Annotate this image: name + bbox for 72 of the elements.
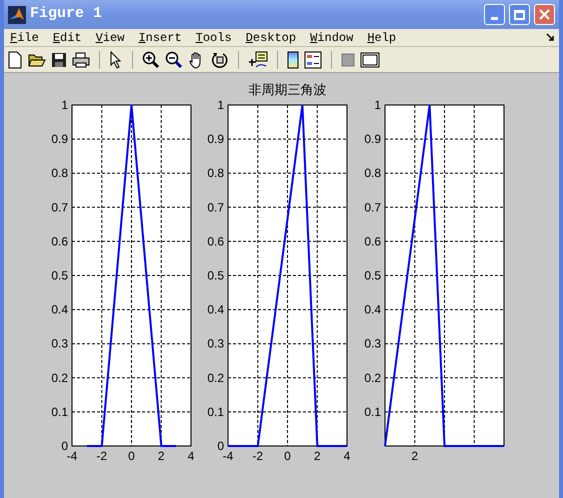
tick-label: 0.9 [364, 132, 381, 146]
colorbar-icon[interactable] [287, 50, 299, 68]
data-cursor-icon[interactable] [248, 50, 268, 68]
tick-label: 0.4 [364, 302, 381, 317]
tick-label: 4 [188, 449, 194, 463]
tick-label: 2 [314, 449, 321, 463]
tick-label: 0.5 [207, 268, 224, 282]
tick-label: 0.1 [207, 404, 224, 419]
menu-item[interactable]: Tools [196, 28, 232, 46]
tick-label: 2 [158, 449, 165, 463]
menu-item[interactable]: File [10, 28, 39, 46]
menu-item[interactable]: Edit [52, 28, 82, 46]
save-icon[interactable] [51, 52, 67, 68]
close-icon [539, 9, 550, 20]
tick-label: -4 [66, 449, 78, 463]
tick-label: 0.5 [364, 268, 381, 282]
tick-label: 0.4 [51, 302, 68, 317]
maximize-button[interactable] [509, 4, 530, 25]
tick-label: 0.6 [207, 234, 224, 248]
tick-label: 0.1 [51, 404, 68, 419]
tick-label: 0.3 [51, 336, 68, 351]
menu-item[interactable]: Window [310, 28, 354, 46]
menu-item[interactable]: View [96, 28, 124, 46]
tick-label: 0.2 [364, 370, 381, 385]
tick-label: 0.4 [207, 302, 224, 317]
tick-label: -2 [96, 449, 108, 463]
tick-label: 0.5 [51, 268, 68, 282]
window-icon[interactable] [360, 52, 380, 68]
legend-icon[interactable] [304, 50, 322, 68]
zoom-out-icon[interactable] [165, 50, 183, 68]
tick-label: 0.6 [364, 234, 381, 248]
print-icon[interactable] [72, 52, 90, 68]
tick-label: 0.1 [364, 404, 381, 419]
tick-label: -2 [252, 449, 264, 463]
rotate-icon[interactable] [211, 50, 229, 68]
tick-label: 0.7 [364, 200, 381, 214]
dock-arrow-icon[interactable] [546, 33, 555, 42]
tick-label: 0 [61, 439, 68, 453]
tick-label: 0.2 [207, 370, 224, 385]
tick-label: 0.3 [364, 336, 381, 351]
tick-label: 0 [284, 449, 291, 463]
menu-item[interactable]: Help [367, 28, 396, 46]
square-icon[interactable] [341, 52, 355, 66]
tick-label: 0.7 [207, 200, 224, 214]
zoom-in-icon[interactable] [142, 50, 160, 68]
minimize-button[interactable] [484, 4, 505, 25]
close-button[interactable] [534, 4, 555, 25]
tick-label: 0.9 [207, 132, 224, 146]
tick-label: 0.7 [51, 200, 68, 214]
tick-label: 0.8 [51, 166, 68, 180]
tick-label: 0.8 [207, 166, 224, 180]
pointer-icon[interactable] [109, 50, 123, 68]
new-file-icon[interactable] [7, 50, 23, 68]
tick-label: 0.2 [51, 370, 68, 385]
chart-title: 非周期三角波 [248, 82, 326, 97]
tick-label: 0 [128, 449, 135, 463]
menu-item[interactable]: Insert [138, 28, 182, 46]
logo-icon [8, 6, 26, 24]
tick-label: 0 [217, 439, 224, 453]
window-title: Figure 1 [30, 4, 104, 24]
tick-label: 1 [217, 98, 224, 112]
tick-label: 2 [411, 449, 418, 463]
tick-label: 0.6 [51, 234, 68, 248]
tick-label: -4 [222, 449, 234, 463]
tick-label: 0.8 [364, 166, 381, 180]
tick-label: 0.9 [51, 132, 68, 146]
tick-label: 4 [344, 449, 350, 463]
menu-item[interactable]: Desktop [246, 28, 296, 46]
tick-label: 1 [374, 98, 381, 112]
tick-label: 1 [61, 98, 68, 112]
tick-label: 0.3 [207, 336, 224, 351]
open-folder-icon[interactable] [28, 52, 46, 68]
